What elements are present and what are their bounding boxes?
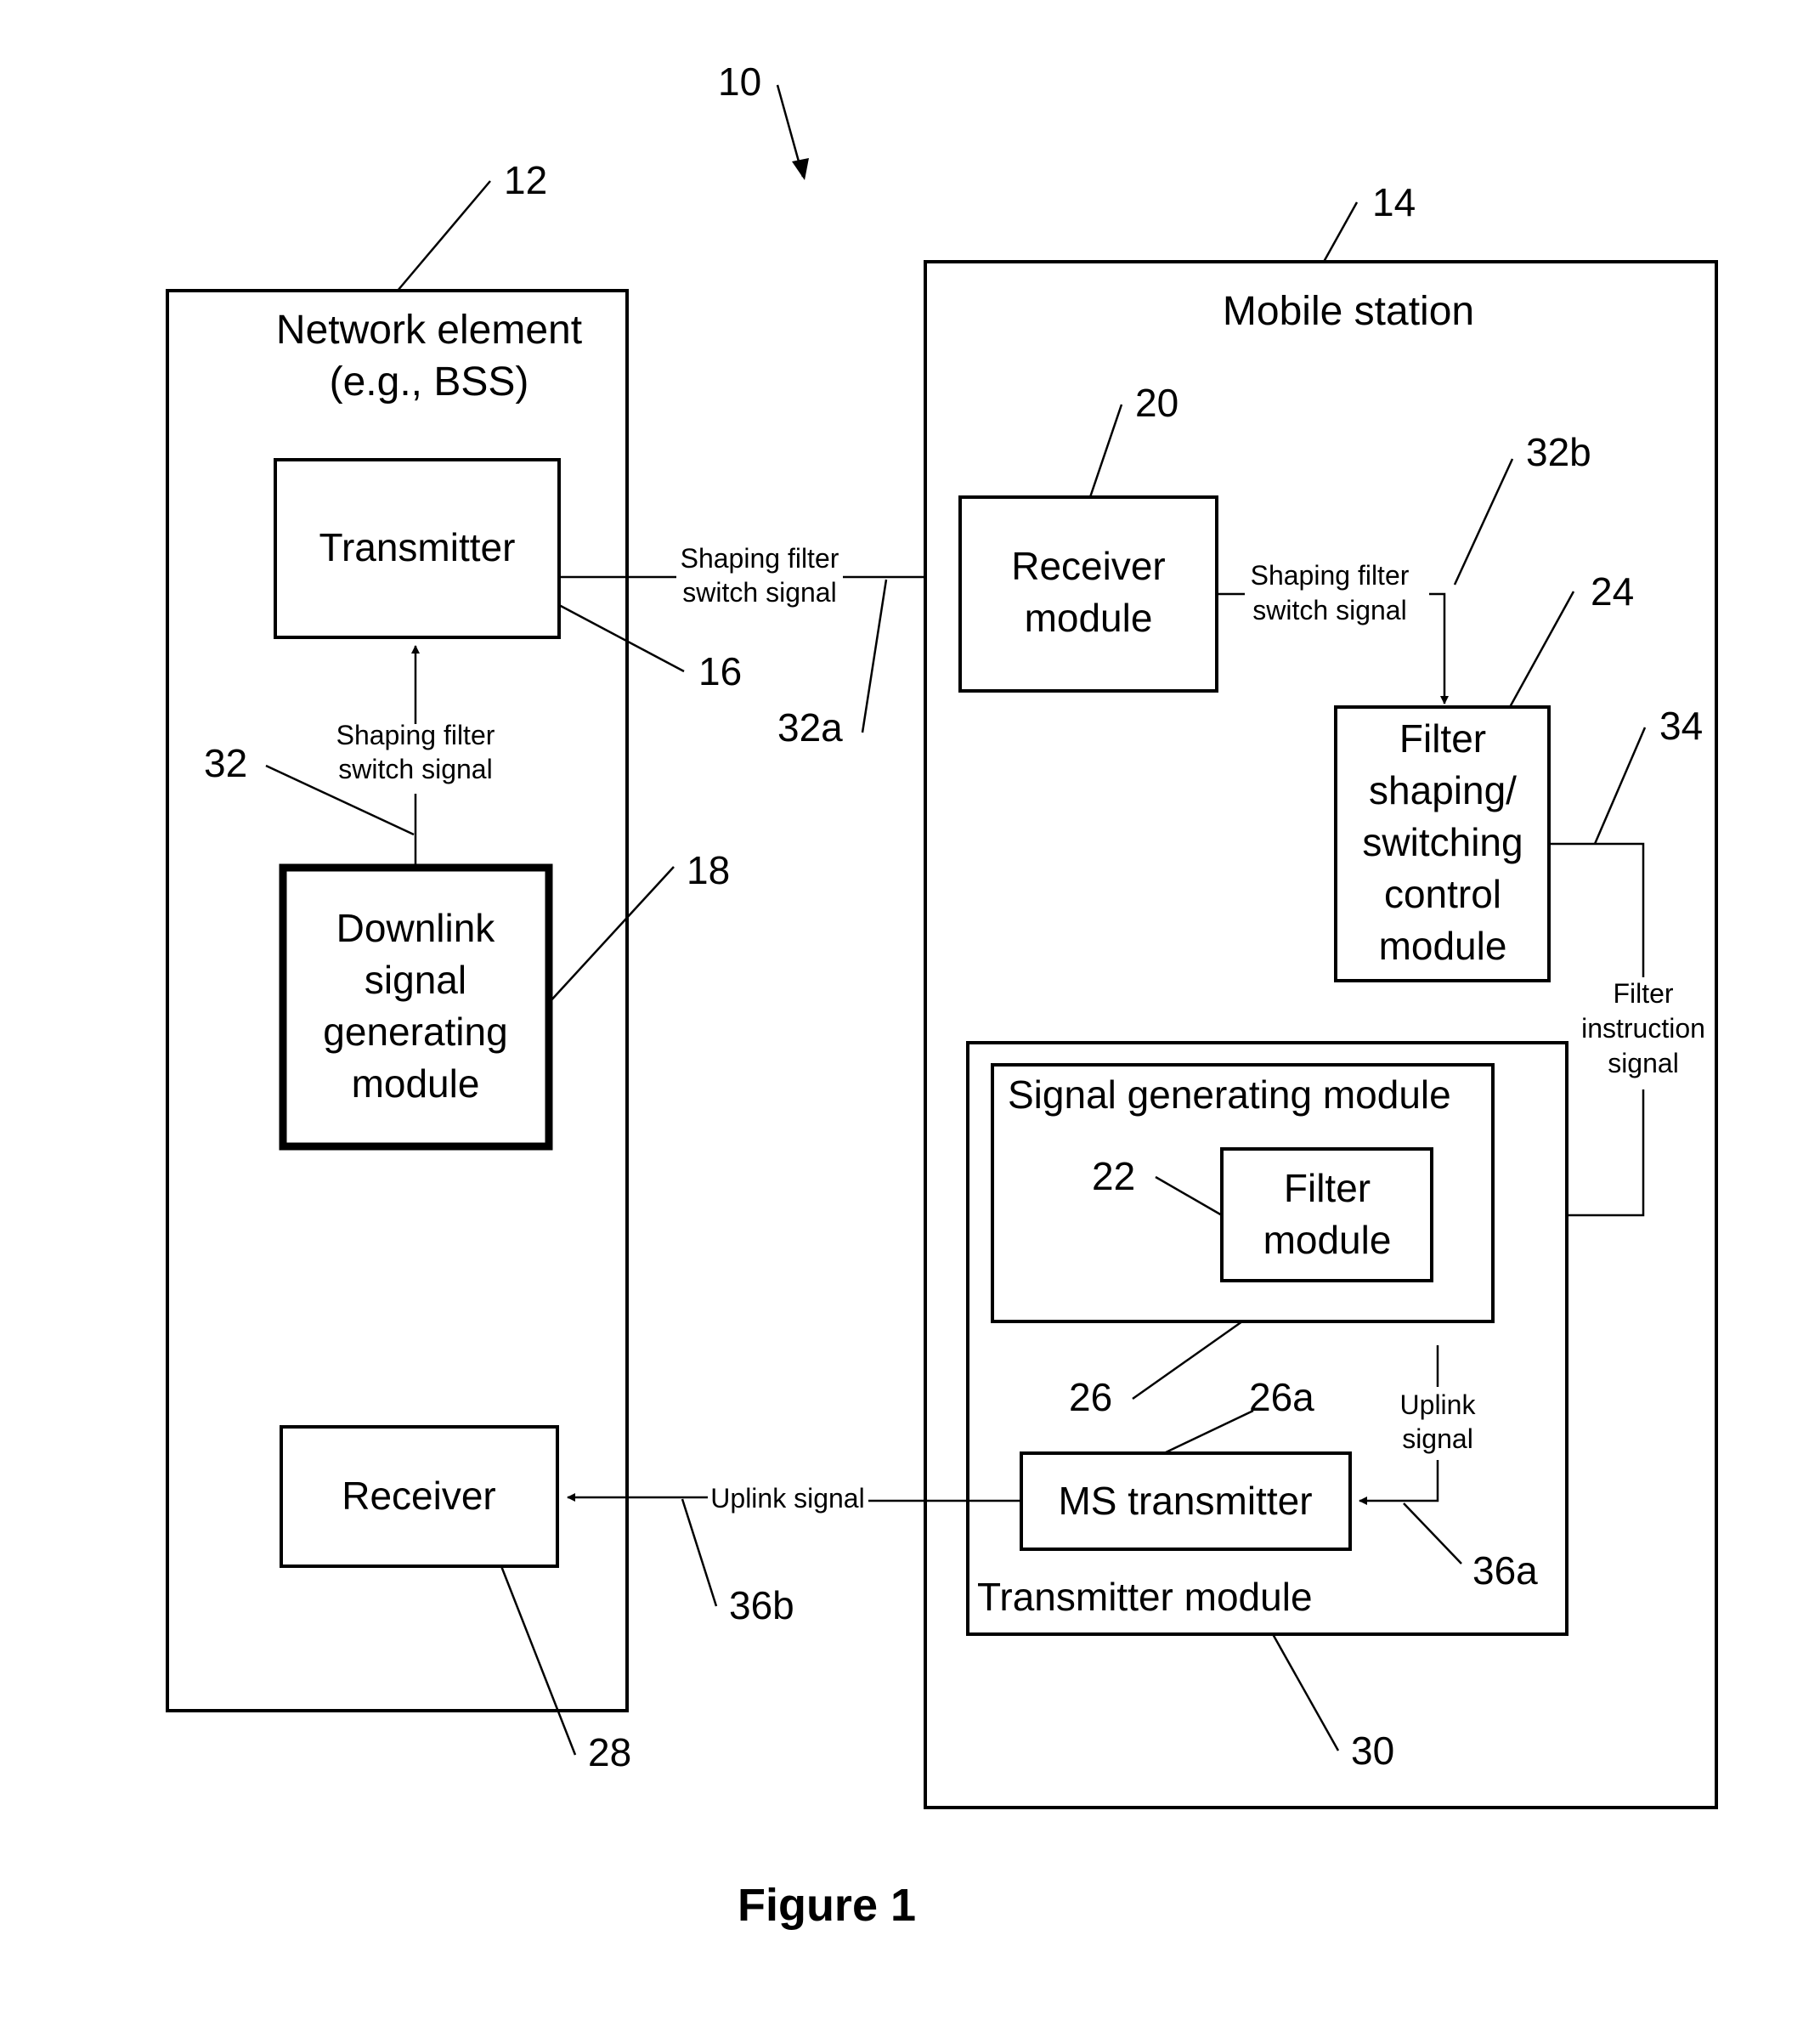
signal-32b-line-2: switch signal (1252, 595, 1406, 625)
signal-32b-line-1: Shaping filter (1251, 560, 1410, 591)
receiver-module-line-1: Receiver (1011, 544, 1166, 588)
signal-32-line-1: Shaping filter (336, 720, 495, 750)
filter-module-line-2: module (1263, 1218, 1392, 1262)
figure-caption: Figure 1 (738, 1880, 916, 1931)
ref-36b: 36b (729, 1583, 794, 1627)
signal-34-line-3: signal (1608, 1048, 1679, 1078)
ref-12-leader (397, 180, 491, 291)
ref-32a: 32a (777, 705, 843, 750)
network-element-subtitle: (e.g., BSS) (330, 359, 529, 405)
signal-32-line-2: switch signal (338, 754, 492, 784)
downlink-line-4: module (352, 1061, 480, 1106)
ref-34: 34 (1659, 704, 1703, 748)
filter-control-line-5: module (1379, 924, 1507, 968)
ref-28: 28 (588, 1730, 631, 1774)
signal-32a-line-1: Shaping filter (681, 543, 839, 574)
ref-32a-leader (861, 579, 888, 733)
ref-14-leader (1322, 201, 1359, 263)
mobile-station: 14 Mobile station Receiver module 20 Sha… (924, 180, 1718, 1809)
ref-32: 32 (204, 741, 247, 785)
filter-control-line-1: Filter (1399, 716, 1486, 761)
signal-34-line-2: instruction (1581, 1013, 1705, 1044)
filter-module-line-1: Filter (1284, 1166, 1371, 1210)
signal-36a-line-1: Uplink (1400, 1389, 1477, 1420)
receiver-label: Receiver (342, 1474, 496, 1518)
ms-transmitter-label: MS transmitter (1058, 1479, 1312, 1523)
network-element-title: Network element (276, 308, 582, 353)
ref-26a: 26a (1249, 1375, 1314, 1419)
ref-30: 30 (1351, 1729, 1394, 1773)
downlink-line-3: generating (323, 1010, 507, 1054)
signal-generating-module-label: Signal generating module (1008, 1072, 1451, 1117)
filter-control-line-3: switching (1362, 820, 1523, 864)
ref-36a: 36a (1472, 1548, 1538, 1593)
downlink-line-1: Downlink (336, 906, 496, 950)
ref-10-arrowhead (792, 158, 809, 180)
filter-control-line-4: control (1384, 872, 1501, 916)
ref-24: 24 (1591, 569, 1634, 614)
receiver-module-line-2: module (1025, 596, 1153, 640)
receiver-module-box[interactable] (958, 495, 1218, 693)
ref-22: 22 (1092, 1154, 1135, 1198)
ref-12: 12 (504, 158, 547, 202)
transmitter-label: Transmitter (319, 525, 516, 569)
ref-18: 18 (687, 848, 730, 892)
patent-diagram: 10 12 Network element (e.g., BSS) Transm… (166, 59, 1718, 1931)
ref-10: 10 (718, 59, 761, 104)
mobile-station-title: Mobile station (1223, 289, 1474, 334)
signal-36b-label: Uplink signal (710, 1483, 864, 1514)
signal-36a-line-2: signal (1402, 1423, 1473, 1454)
ref-32b: 32b (1526, 430, 1591, 474)
filter-control-line-2: shaping/ (1369, 768, 1517, 812)
ref-36b-leader (681, 1498, 718, 1607)
signal-34-line-1: Filter (1613, 978, 1673, 1009)
ref-16: 16 (698, 649, 742, 693)
transmitter-module-label: Transmitter module (977, 1575, 1313, 1619)
ref-26: 26 (1069, 1375, 1112, 1419)
ref-20: 20 (1135, 381, 1178, 425)
network-element: 12 Network element (e.g., BSS) Transmitt… (166, 158, 742, 1774)
ref-14: 14 (1372, 180, 1416, 224)
downlink-line-2: signal (365, 958, 466, 1002)
signal-32a-line-2: switch signal (682, 577, 836, 608)
